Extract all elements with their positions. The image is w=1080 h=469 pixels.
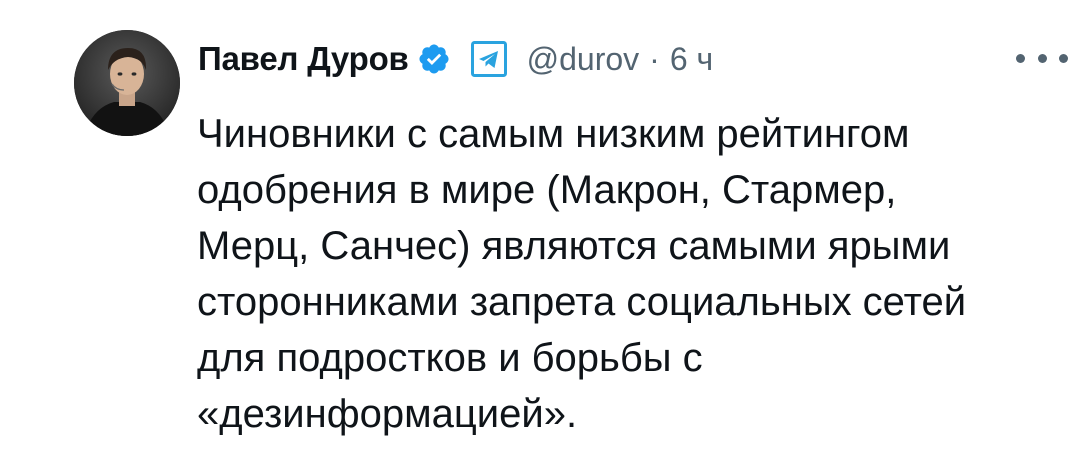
- more-dot-icon: [1059, 53, 1068, 63]
- avatar-portrait: [74, 30, 180, 136]
- tweet-timestamp[interactable]: 6 ч: [670, 41, 713, 78]
- author-avatar[interactable]: [74, 30, 180, 136]
- more-dot-icon: [1037, 53, 1047, 63]
- tweet-text-line: одобрения в мире (Макрон, Стармер,: [197, 168, 897, 212]
- tweet-text-line: для подростков и борьбы с: [197, 336, 703, 380]
- telegram-icon[interactable]: [470, 41, 507, 77]
- author-handle[interactable]: @durov: [527, 41, 640, 78]
- more-dot-icon: [1016, 53, 1025, 63]
- author-name[interactable]: Павел Дуров: [198, 40, 409, 78]
- tweet-text-line: Чиновники с самым низким рейтингом: [197, 112, 910, 156]
- verified-badge-icon: [417, 42, 451, 76]
- tweet-text-line: Мерц, Санчес) являются самыми ярыми: [197, 224, 951, 268]
- tweet-card[interactable]: Павел Дуров @durov · 6 ч Чиновники с сам…: [0, 0, 1080, 469]
- tweet-text-line: «дезинформацией».: [197, 392, 578, 436]
- more-options-icon[interactable]: [1016, 48, 1068, 68]
- meta-separator: ·: [649, 40, 660, 77]
- tweet-text-line: сторонниками запрета социальных сетей: [197, 280, 967, 324]
- tweet-header: Павел Дуров @durov · 6 ч: [198, 34, 713, 84]
- tweet-text: Чиновники с самым низким рейтингом одобр…: [197, 106, 1057, 442]
